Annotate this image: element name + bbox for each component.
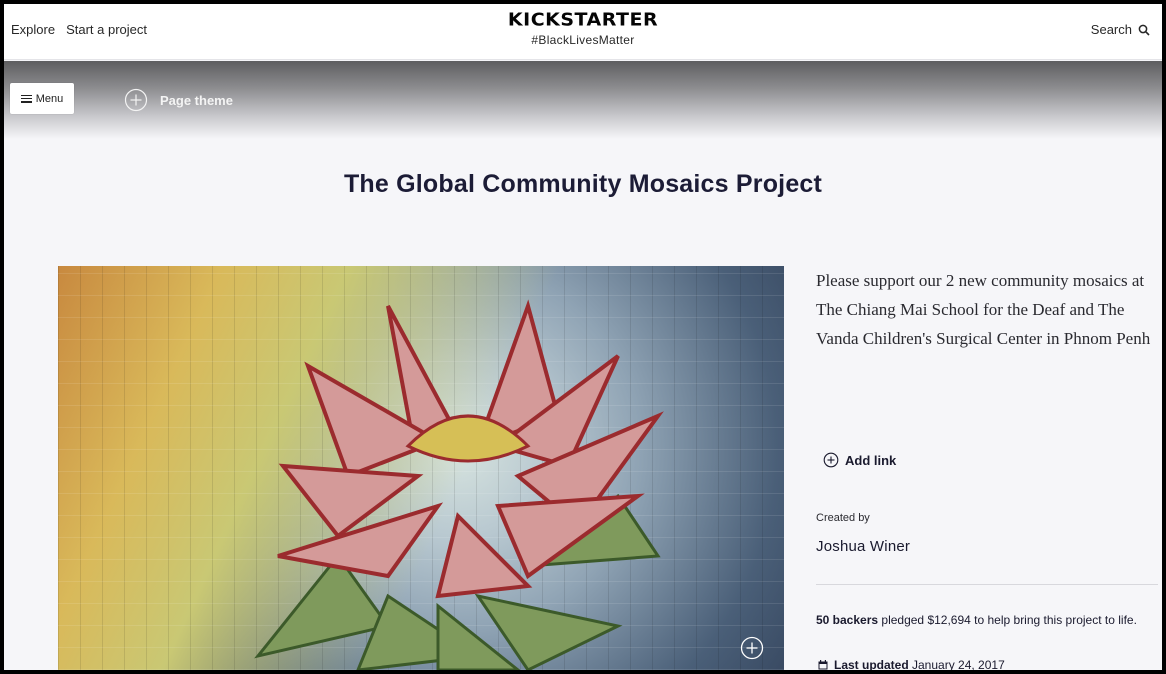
page-theme-button[interactable]: Page theme	[124, 88, 233, 112]
creator-name[interactable]: Joshua Winer	[816, 538, 910, 555]
add-link-button[interactable]: Add link	[823, 452, 896, 468]
logo-area: KICKSTARTER #BlackLivesMatter	[4, 10, 1162, 47]
kickstarter-logo[interactable]: KICKSTARTER	[508, 10, 658, 30]
search-icon	[1138, 24, 1150, 36]
editor-bar: Menu Page theme	[4, 61, 1162, 139]
add-link-label: Add link	[845, 452, 897, 468]
page: Explore Start a project KICKSTARTER #Bla…	[4, 4, 1162, 670]
hamburger-icon	[20, 94, 32, 103]
last-updated-date: January 24, 2017	[908, 658, 1005, 670]
created-by-label: Created by	[816, 512, 870, 524]
plus-circle-icon	[823, 452, 839, 468]
top-nav: Explore Start a project KICKSTARTER #Bla…	[4, 4, 1162, 60]
calendar-icon	[818, 660, 828, 670]
hashtag-link[interactable]: #BlackLivesMatter	[4, 33, 1162, 47]
menu-button[interactable]: Menu	[10, 83, 74, 114]
sidebar-divider	[816, 584, 1158, 585]
last-updated-label: Last updated	[834, 658, 909, 670]
plus-circle-icon	[124, 88, 148, 112]
project-title: The Global Community Mosaics Project	[343, 170, 823, 198]
page-theme-label: Page theme	[160, 92, 233, 108]
backers-summary: 50 backers pledged $12,694 to help bring…	[816, 612, 1156, 629]
backers-count: 50 backers	[816, 613, 879, 627]
image-add-icon[interactable]	[740, 636, 764, 660]
lotus-mosaic-artwork	[254, 299, 664, 670]
last-updated: Last updated January 24, 2017	[818, 658, 1005, 670]
menu-label: Menu	[35, 92, 64, 105]
search-button[interactable]: Search	[1091, 22, 1150, 37]
project-blurb: Please support our 2 new community mosai…	[816, 271, 1151, 348]
project-sidebar: Please support our 2 new community mosai…	[816, 266, 1158, 670]
project-image[interactable]	[58, 266, 784, 670]
backers-text: pledged $12,694 to help bring this proje…	[878, 613, 1137, 627]
search-label: Search	[1090, 22, 1132, 37]
